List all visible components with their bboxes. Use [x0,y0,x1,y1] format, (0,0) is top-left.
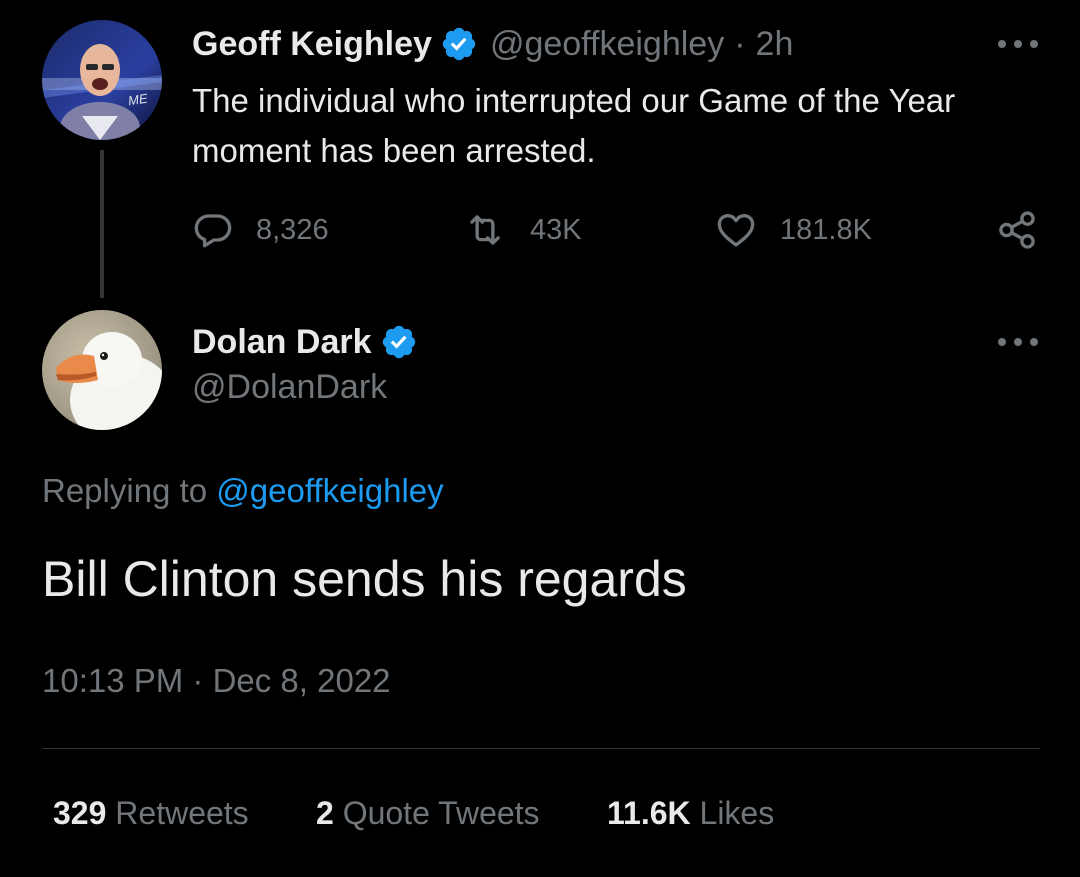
parent-handle[interactable]: @geoffkeighley [490,25,724,64]
heart-icon [717,213,755,247]
quote-tweets-stat-link[interactable]: 2 Quote Tweets [316,795,540,832]
verified-badge-icon [442,27,476,61]
likes-stat-count: 11.6K [607,795,691,831]
parent-time-ago[interactable]: 2h [756,25,794,64]
like-count: 181.8K [780,213,872,246]
more-options-icon[interactable] [998,332,1038,352]
retweets-stat-count: 329 [53,795,107,831]
tweet-timestamp[interactable]: 10:13 PM · Dec 8, 2022 [42,662,391,700]
retweets-stat-link[interactable]: 329 Retweets [53,795,249,832]
share-button[interactable] [996,208,1060,252]
retweet-button[interactable]: 43K [462,208,582,252]
avatar-dolan-dark[interactable] [42,310,162,430]
reply-tweet-header: Dolan Dark [192,320,418,364]
parent-tweet-text: The individual who interrupted our Game … [192,82,956,169]
likes-stat-label: Likes [699,795,775,831]
retweets-stat-label: Retweets [115,795,249,831]
likes-stat-link[interactable]: 11.6K Likes [607,795,774,832]
parent-display-name[interactable]: Geoff Keighley [192,25,432,64]
thread-connector-line [100,150,104,298]
reply-display-name[interactable]: Dolan Dark [192,323,372,362]
separator-dot: · [734,24,746,63]
quote-tweets-stat-label: Quote Tweets [342,795,540,831]
divider [42,748,1040,749]
reply-count: 8,326 [256,213,329,246]
share-icon [999,211,1035,249]
more-options-icon[interactable] [998,34,1038,54]
parent-tweet-header: Geoff Keighley @geoffkeighley · 2h [192,22,793,66]
quote-tweets-stat-count: 2 [316,795,334,831]
retweet-count: 43K [530,213,582,246]
reply-handle[interactable]: @DolanDark [192,368,387,407]
avatar-geoff-keighley[interactable] [42,20,162,140]
replying-to-label: Replying to [42,472,208,509]
reply-button[interactable]: 8,326 [192,208,329,252]
avatar-logo-text: ME [127,90,149,109]
reply-tweet-text: Bill Clinton sends his regards [42,551,687,607]
replying-to-line: Replying to @geoffkeighley [42,472,444,510]
reply-icon [194,214,232,248]
verified-badge-icon [382,325,415,359]
retweet-icon [470,215,500,245]
like-button[interactable]: 181.8K [714,208,872,252]
replying-to-mention-link[interactable]: @geoffkeighley [216,472,443,509]
